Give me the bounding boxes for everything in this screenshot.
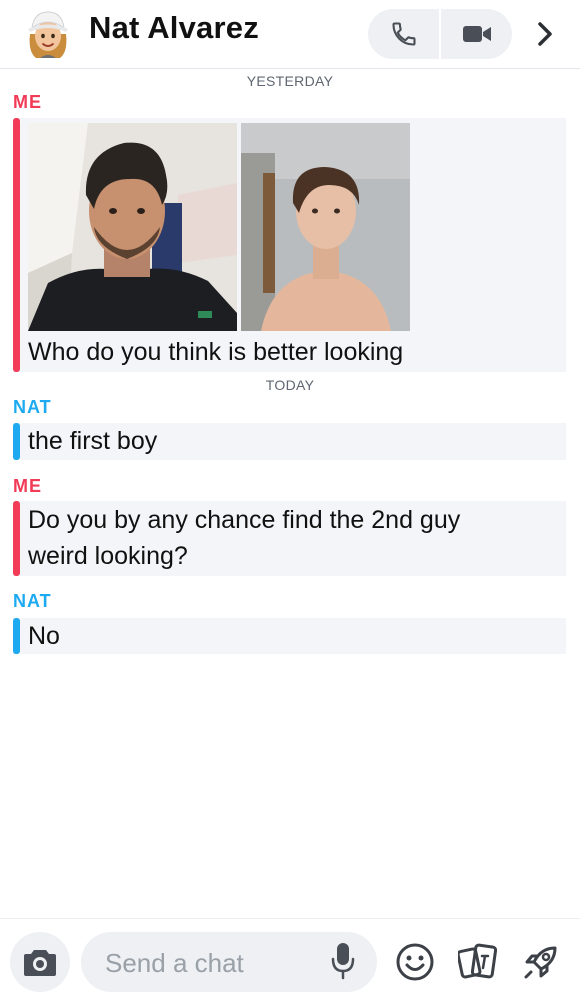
video-call-button[interactable] bbox=[441, 9, 512, 59]
chat-toolbar bbox=[0, 918, 580, 1001]
cards-button[interactable] bbox=[458, 941, 500, 983]
date-separator-yesterday: YESTERDAY bbox=[246, 73, 334, 89]
chat-input[interactable] bbox=[103, 942, 327, 984]
chevron-right-icon bbox=[538, 22, 552, 46]
message-text: No bbox=[28, 622, 60, 650]
smiley-icon bbox=[396, 943, 434, 981]
message-photos[interactable]: Who do you think is better looking bbox=[13, 118, 566, 372]
message-bar-nat bbox=[13, 423, 20, 460]
chevron-right-button[interactable] bbox=[528, 16, 562, 52]
message-text: the first boy bbox=[28, 427, 158, 455]
message-text-line-1: Do you by any chance find the 2nd guy bbox=[28, 506, 461, 534]
message-bubble[interactable]: the first boy bbox=[13, 423, 566, 460]
date-separator-today: TODAY bbox=[265, 377, 315, 393]
message-bar-me bbox=[13, 118, 20, 372]
sender-label-me: ME bbox=[13, 476, 42, 496]
message-text: Who do you think is better looking bbox=[28, 338, 404, 366]
rocket-icon bbox=[524, 946, 557, 979]
message-bar-nat bbox=[13, 618, 20, 654]
camera-icon bbox=[24, 950, 56, 976]
message-bar-me bbox=[13, 501, 20, 576]
chat-header: Nat Alvarez bbox=[0, 0, 580, 69]
sender-label-nat: NAT bbox=[13, 591, 52, 611]
photo-attachment-1[interactable] bbox=[28, 123, 237, 331]
photo-attachment-2[interactable] bbox=[241, 123, 410, 331]
smiley-button[interactable] bbox=[394, 941, 436, 983]
cards-icon bbox=[458, 943, 498, 979]
message-text-line-2: weird looking? bbox=[28, 542, 188, 570]
camera-button[interactable] bbox=[10, 932, 70, 992]
message-bubble[interactable]: Do you by any chance find the 2nd guy we… bbox=[13, 501, 566, 576]
phone-icon bbox=[391, 22, 416, 46]
message-bubble[interactable]: No bbox=[13, 618, 566, 654]
sender-label-nat: NAT bbox=[13, 397, 52, 417]
rocket-button[interactable] bbox=[520, 941, 562, 983]
bitmoji-avatar[interactable] bbox=[22, 8, 74, 60]
microphone-icon[interactable] bbox=[330, 939, 356, 983]
call-button-group bbox=[368, 9, 512, 59]
contact-name[interactable]: Nat Alvarez bbox=[89, 10, 259, 46]
chat-conversation[interactable]: YESTERDAY ME Who do you think is better … bbox=[0, 68, 580, 918]
video-icon bbox=[462, 26, 491, 42]
voice-call-button[interactable] bbox=[368, 9, 439, 59]
sender-label-me: ME bbox=[13, 92, 42, 112]
